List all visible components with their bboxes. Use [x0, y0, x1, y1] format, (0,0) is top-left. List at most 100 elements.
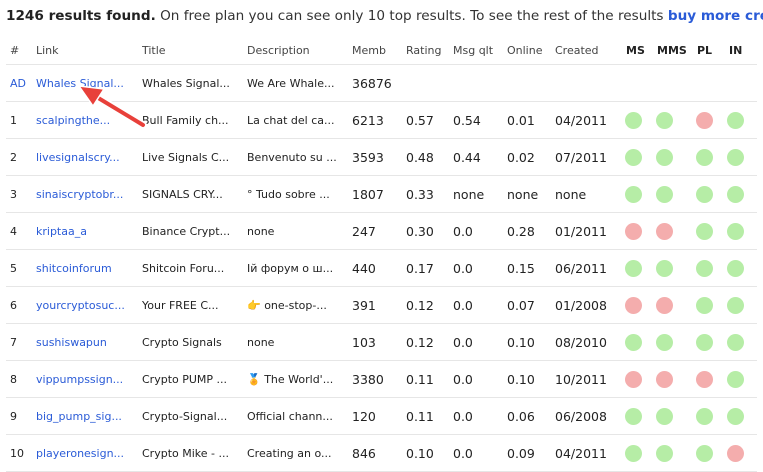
pl-status-dot-cell [696, 324, 713, 360]
in-status-dot [727, 444, 744, 462]
cell-memb: 247 [352, 223, 376, 239]
free-plan-message: On free plan you can see only 10 top res… [155, 8, 668, 24]
buy-credits-link[interactable]: buy more credits [668, 8, 763, 24]
cell-title: Live Signals C... [142, 150, 230, 164]
pl-status-dot-cell [696, 435, 713, 471]
results-count: 1246 results found. [6, 8, 156, 24]
table-row: 7 sushiswapun Crypto Signals none 103 0.12 0.0… [6, 324, 757, 361]
cell-title: Crypto Signals [142, 335, 222, 349]
cell-link[interactable]: sinaiscryptobr... [36, 176, 123, 212]
cell-msg-qlt: 0.0 [453, 408, 473, 424]
cell-description: Benvenuto su ... [247, 150, 337, 164]
cell-created: 01/2011 [555, 223, 607, 239]
pl-status-dot-cell [696, 102, 713, 138]
cell-link[interactable]: kriptaa_a [36, 213, 87, 249]
table-row: 1 scalpingthe... Bull Family ch... La chat … [6, 102, 757, 139]
ms-status-dot [625, 185, 642, 203]
cell-num: AD [10, 76, 26, 90]
table-row: 2 livesignalscry... Live Signals C... Benve… [6, 139, 757, 176]
cell-rating: 0.12 [406, 297, 434, 313]
ms-status-dot [625, 111, 642, 129]
in-status-dot-cell [727, 213, 744, 249]
header-memb: Memb [352, 43, 386, 57]
cell-rating: 0.33 [406, 186, 434, 202]
ms-status-dot [625, 148, 642, 166]
mms-status-dot-cell [656, 324, 673, 360]
results-banner: 1246 results found. On free plan you can… [6, 8, 763, 24]
cell-memb: 846 [352, 445, 376, 461]
header-ms: MS [626, 43, 645, 57]
cell-link[interactable]: yourcryptosuc... [36, 287, 125, 323]
pl-status-dot [696, 148, 713, 166]
pl-status-dot [696, 259, 713, 277]
ms-status-dot [625, 259, 642, 277]
cell-num: 6 [10, 298, 17, 312]
table-body: AD Whales Signal... Whales Signal... We Are… [6, 65, 757, 472]
pl-status-dot [696, 407, 713, 425]
cell-link[interactable]: livesignalscry... [36, 139, 120, 175]
cell-title: Shitcoin Foru... [142, 261, 225, 275]
ms-status-dot [625, 222, 642, 240]
cell-description: 🏅 The World'... [247, 372, 334, 386]
cell-title: Whales Signal... [142, 76, 230, 90]
ms-status-dot-cell [625, 102, 642, 138]
cell-description: Ій форум о ш... [247, 261, 334, 275]
ms-status-dot-cell [625, 361, 642, 397]
pl-status-dot-cell [696, 139, 713, 175]
mms-status-dot-cell [656, 250, 673, 286]
cell-title: Crypto Mike - ... [142, 446, 229, 460]
pl-status-dot-cell [696, 287, 713, 323]
ms-status-dot [625, 444, 642, 462]
ms-status-dot-cell [625, 250, 642, 286]
cell-created: none [555, 186, 587, 202]
cell-link[interactable]: vippumpssign... [36, 361, 123, 397]
cell-link[interactable]: playeronesign... [36, 435, 124, 471]
in-status-dot-cell [727, 324, 744, 360]
cell-description: none [247, 224, 275, 238]
cell-created: 06/2008 [555, 408, 607, 424]
cell-msg-qlt: 0.0 [453, 371, 473, 387]
cell-link[interactable]: Whales Signal... [36, 65, 124, 101]
cell-description: We Are Whale... [247, 76, 335, 90]
cell-online: 0.01 [507, 112, 535, 128]
cell-memb: 103 [352, 334, 376, 350]
header-pl: PL [697, 43, 713, 57]
cell-description: Official chann... [247, 409, 333, 423]
mms-status-dot-cell [656, 213, 673, 249]
in-status-dot [727, 222, 744, 240]
cell-link[interactable]: big_pump_sig... [36, 398, 122, 434]
ms-status-dot-cell [625, 139, 642, 175]
in-status-dot [727, 185, 744, 203]
results-table: # Link Title Description Memb Rating Msg… [6, 36, 757, 472]
pl-status-dot [696, 111, 713, 129]
cell-msg-qlt: 0.44 [453, 149, 481, 165]
cell-memb: 36876 [352, 75, 392, 91]
cell-link[interactable]: shitcoinforum [36, 250, 112, 286]
mms-status-dot-cell [656, 287, 673, 323]
table-row: 8 vippumpssign... Crypto PUMP ... 🏅 The Wor… [6, 361, 757, 398]
mms-status-dot [656, 148, 673, 166]
cell-num: 10 [10, 446, 24, 460]
table-header: # Link Title Description Memb Rating Msg… [6, 36, 757, 65]
cell-link[interactable]: scalpingthe... [36, 102, 110, 138]
pl-status-dot [696, 296, 713, 314]
cell-link[interactable]: sushiswapun [36, 324, 107, 360]
header-title: Title [142, 43, 166, 57]
ms-status-dot-cell [625, 287, 642, 323]
mms-status-dot [656, 296, 673, 314]
mms-status-dot [656, 333, 673, 351]
pl-status-dot [696, 333, 713, 351]
ms-status-dot-cell [625, 435, 642, 471]
cell-rating: 0.10 [406, 445, 434, 461]
cell-description: ° Tudo sobre ... [247, 187, 330, 201]
in-status-dot [727, 259, 744, 277]
cell-created: 06/2011 [555, 260, 607, 276]
cell-title: Binance Crypt... [142, 224, 231, 238]
table-row: 5 shitcoinforum Shitcoin Foru... Ій форум о… [6, 250, 757, 287]
cell-title: Crypto-Signal... [142, 409, 228, 423]
cell-num: 1 [10, 113, 17, 127]
cell-online: 0.07 [507, 297, 535, 313]
cell-online: 0.09 [507, 445, 535, 461]
ms-status-dot-cell [625, 176, 642, 212]
ms-status-dot [625, 370, 642, 388]
